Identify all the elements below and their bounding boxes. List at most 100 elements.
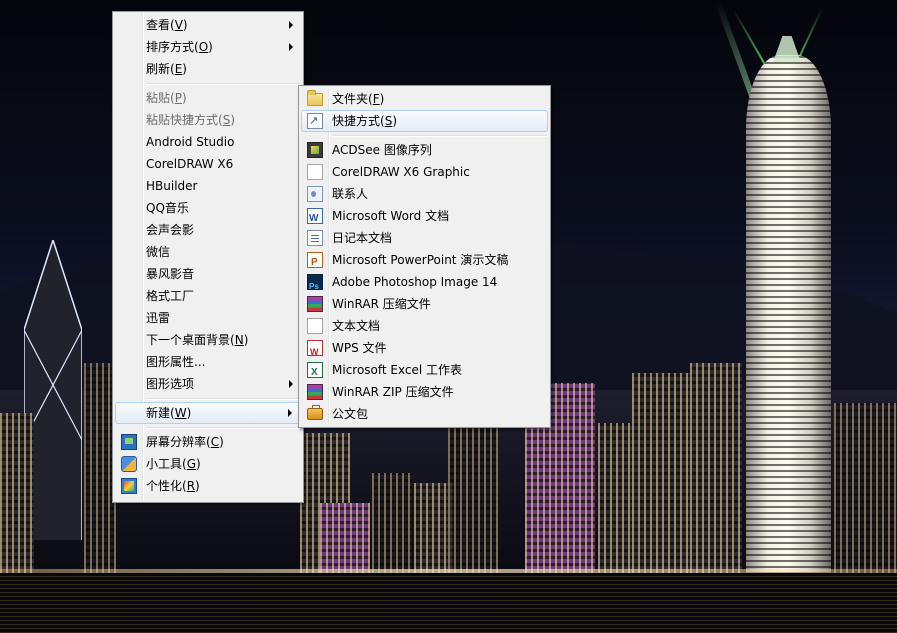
- wallpaper-building: [320, 503, 370, 573]
- menu-item-thunder[interactable]: 迅雷: [115, 307, 301, 329]
- menu-item-label: QQ音乐: [146, 201, 189, 215]
- menu-item-label: 刷新(E): [146, 62, 187, 76]
- menu-item-label: HBuilder: [146, 179, 198, 193]
- menu-separator: [330, 132, 548, 139]
- menu-item-label: 图形属性...: [146, 355, 206, 369]
- menu-item-label: Adobe Photoshop Image 14: [332, 275, 498, 289]
- menu-item-personalize[interactable]: 个性化(R): [115, 475, 301, 497]
- new-item-photoshop-image[interactable]: Adobe Photoshop Image 14: [301, 271, 548, 298]
- menu-item-label: CorelDRAW X6 Graphic: [332, 165, 470, 179]
- new-item-excel-worksheet[interactable]: Microsoft Excel 工作表: [301, 359, 548, 384]
- new-item-winrar-zip[interactable]: WinRAR ZIP 压缩文件: [301, 381, 548, 403]
- new-submenu: 文件夹(F) 快捷方式(S) ACDSee 图像序列 CorelDRAW X6 …: [298, 85, 551, 428]
- new-item-journal-document[interactable]: 日记本文档: [301, 227, 548, 249]
- briefcase-icon: [307, 405, 323, 420]
- photoshop-icon: [307, 274, 323, 298]
- winrar-icon: [307, 296, 323, 312]
- new-item-text-document[interactable]: 文本文档: [301, 315, 548, 337]
- menu-separator: [144, 80, 301, 87]
- menu-item-label: 下一个桌面背景(N): [146, 333, 249, 347]
- menu-item-qq-music[interactable]: QQ音乐: [115, 197, 301, 219]
- menu-item-refresh[interactable]: 刷新(E): [115, 58, 301, 80]
- new-item-contact[interactable]: 联系人: [301, 183, 548, 205]
- menu-item-paste-shortcut[interactable]: 粘贴快捷方式(S): [115, 109, 301, 131]
- menu-item-graphics-properties[interactable]: 图形属性...: [115, 351, 301, 373]
- menu-item-baofeng[interactable]: 暴风影音: [115, 263, 301, 285]
- submenu-arrow-icon: [288, 409, 292, 417]
- new-item-powerpoint-presentation[interactable]: Microsoft PowerPoint 演示文稿: [301, 249, 548, 274]
- menu-item-label: Microsoft Excel 工作表: [332, 363, 463, 377]
- menu-item-label: 新建(W): [146, 406, 192, 420]
- menu-item-next-background[interactable]: 下一个桌面背景(N): [115, 329, 301, 351]
- menu-item-label: Microsoft PowerPoint 演示文稿: [332, 253, 509, 267]
- gadgets-icon: [121, 456, 137, 472]
- menu-item-label: 暴风影音: [146, 267, 195, 281]
- menu-item-label: ACDSee 图像序列: [332, 143, 432, 157]
- menu-item-label: 快捷方式(S): [332, 114, 398, 128]
- menu-item-label: 会声会影: [146, 223, 195, 237]
- menu-item-label: 查看(V): [146, 18, 188, 32]
- menu-item-format-factory[interactable]: 格式工厂: [115, 285, 301, 307]
- submenu-arrow-icon: [289, 21, 293, 29]
- menu-item-screen-resolution[interactable]: 屏幕分辨率(C): [115, 431, 301, 453]
- word-icon: [307, 208, 323, 230]
- personalize-icon: [121, 478, 137, 494]
- menu-item-label: 日记本文档: [332, 231, 393, 245]
- new-item-word-document[interactable]: Microsoft Word 文档: [301, 205, 548, 230]
- new-item-shortcut[interactable]: 快捷方式(S): [301, 110, 548, 132]
- menu-item-gadgets[interactable]: 小工具(G): [115, 453, 301, 475]
- new-item-briefcase[interactable]: 公文包: [301, 403, 548, 425]
- new-item-wps-file[interactable]: WPS 文件: [301, 337, 548, 363]
- menu-item-android-studio[interactable]: Android Studio: [115, 131, 301, 153]
- menu-item-label: 微信: [146, 245, 171, 259]
- wallpaper-building: [690, 363, 742, 573]
- wallpaper-building: [372, 473, 412, 573]
- menu-item-hbuilder[interactable]: HBuilder: [115, 175, 301, 197]
- menu-item-wechat[interactable]: 微信: [115, 241, 301, 263]
- journal-icon: [307, 230, 323, 246]
- coreldraw-document-icon: [307, 164, 323, 180]
- menu-item-label: 个性化(R): [146, 479, 200, 493]
- menu-item-sort-by[interactable]: 排序方式(O): [115, 36, 301, 58]
- wallpaper-ifc-tower: [746, 55, 831, 580]
- menu-separator: [144, 424, 301, 431]
- menu-item-video-studio[interactable]: 会声会影: [115, 219, 301, 241]
- screen-resolution-icon: [121, 434, 137, 450]
- menu-separator: [144, 395, 301, 402]
- menu-item-view[interactable]: 查看(V): [115, 14, 301, 36]
- menu-item-graphics-options[interactable]: 图形选项: [115, 373, 301, 395]
- menu-item-label: 文件夹(F): [332, 92, 385, 106]
- menu-item-label: WinRAR 压缩文件: [332, 297, 431, 311]
- new-item-winrar-archive[interactable]: WinRAR 压缩文件: [301, 293, 548, 315]
- new-item-folder[interactable]: 文件夹(F): [301, 88, 548, 110]
- menu-item-paste[interactable]: 粘贴(P): [115, 87, 301, 109]
- wps-icon: [307, 340, 323, 363]
- folder-icon: [307, 90, 323, 106]
- menu-item-label: Microsoft Word 文档: [332, 209, 450, 223]
- wallpaper-building: [448, 423, 498, 573]
- new-item-acdsee-sequence[interactable]: ACDSee 图像序列: [301, 139, 548, 161]
- menu-item-label: 小工具(G): [146, 457, 201, 471]
- menu-item-label: 联系人: [332, 187, 369, 201]
- menu-item-label: 排序方式(O): [146, 40, 213, 54]
- menu-item-new[interactable]: 新建(W): [115, 402, 301, 424]
- menu-item-label: 屏幕分辨率(C): [146, 435, 224, 449]
- desktop-context-menu: 查看(V) 排序方式(O) 刷新(E) 粘贴(P) 粘贴快捷方式(S) Andr…: [112, 11, 304, 503]
- menu-item-label: 公文包: [332, 407, 369, 421]
- shortcut-icon: [307, 111, 323, 131]
- menu-item-label: 迅雷: [146, 311, 171, 325]
- menu-item-label: 粘贴(P): [146, 91, 187, 105]
- wallpaper-building: [0, 413, 34, 573]
- menu-item-label: 文本文档: [332, 319, 381, 333]
- wallpaper-building: [598, 423, 634, 573]
- new-item-coreldraw-graphic[interactable]: CorelDRAW X6 Graphic: [301, 161, 548, 183]
- menu-item-label: WPS 文件: [332, 341, 387, 355]
- menu-item-label: WinRAR ZIP 压缩文件: [332, 385, 454, 399]
- menu-item-coreldraw-x6[interactable]: CorelDRAW X6: [115, 153, 301, 175]
- wallpaper-building: [834, 403, 897, 573]
- submenu-arrow-icon: [289, 43, 293, 51]
- winrar-zip-icon: [307, 384, 323, 400]
- excel-icon: [307, 362, 323, 384]
- menu-item-label: CorelDRAW X6: [146, 157, 234, 171]
- submenu-arrow-icon: [289, 380, 293, 388]
